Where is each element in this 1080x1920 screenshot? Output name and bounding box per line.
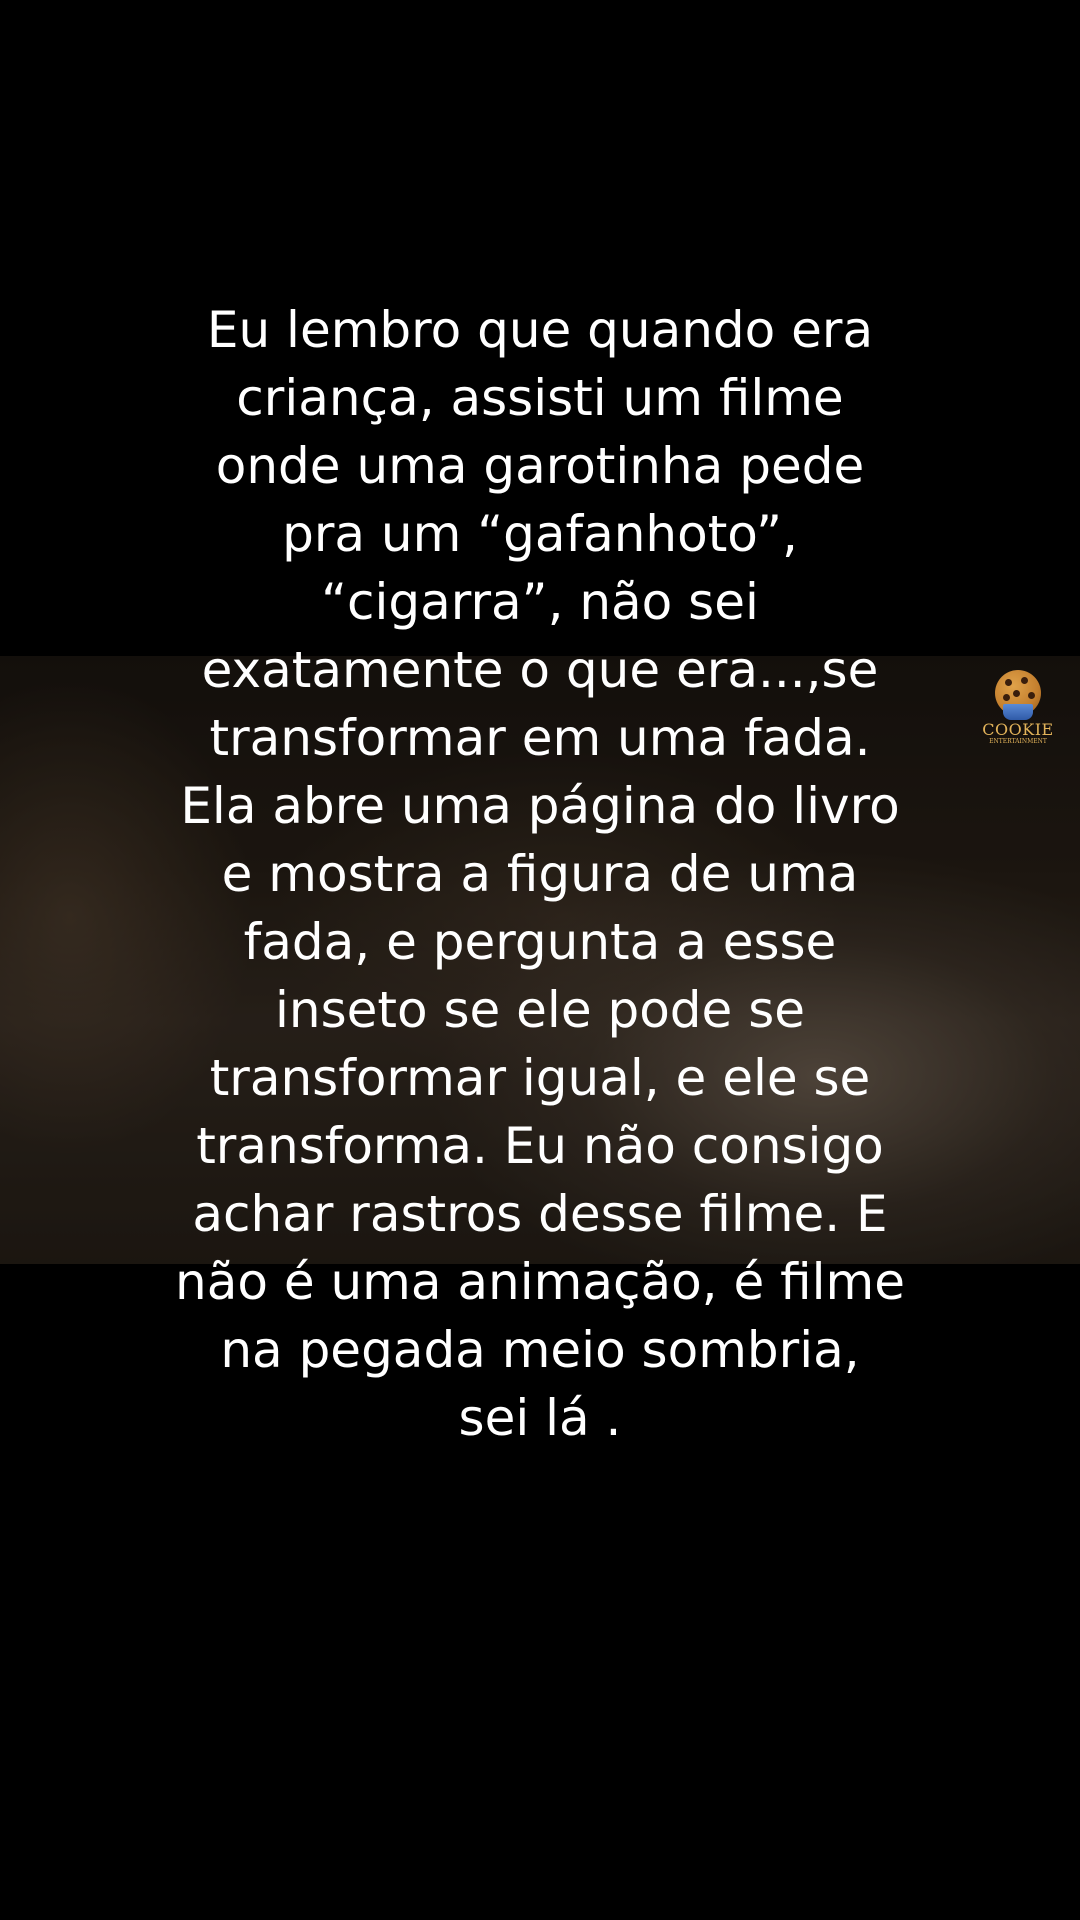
logo-subtitle: ENTERTAINMENT [989, 738, 1047, 745]
caption-line: sei lá . [458, 1389, 622, 1447]
caption-line: não é uma animação, é filme [175, 1253, 905, 1311]
story-caption: Eu lembro que quando era criança, assist… [140, 296, 940, 1452]
caption-line: na pegada meio sombria, [220, 1321, 860, 1379]
caption-line: exatamente o que era...,se [201, 641, 879, 699]
caption-line: Eu lembro que quando era [206, 301, 874, 359]
cookie-icon [995, 670, 1041, 720]
logo-wordmark: COOKIE [982, 720, 1054, 739]
caption-line: achar rastros desse filme. E [192, 1185, 888, 1243]
caption-line: criança, assisti um filme [236, 369, 844, 427]
caption-line: fada, e pergunta a esse [243, 913, 837, 971]
caption-line: pra um “gafanhoto”, [282, 505, 798, 563]
caption-line: Ela abre uma página do livro [180, 777, 900, 835]
caption-line: “cigarra”, não sei [321, 573, 759, 631]
caption-line: e mostra a figura de uma [221, 845, 859, 903]
cookie-entertainment-logo: COOKIE ENTERTAINMENT [978, 670, 1058, 750]
caption-line: transformar em uma fada. [209, 709, 871, 767]
caption-line: onde uma garotinha pede [215, 437, 865, 495]
caption-line: transformar igual, e ele se [209, 1049, 871, 1107]
caption-line: inseto se ele pode se [274, 981, 806, 1039]
caption-line: transforma. Eu não consigo [196, 1117, 884, 1175]
